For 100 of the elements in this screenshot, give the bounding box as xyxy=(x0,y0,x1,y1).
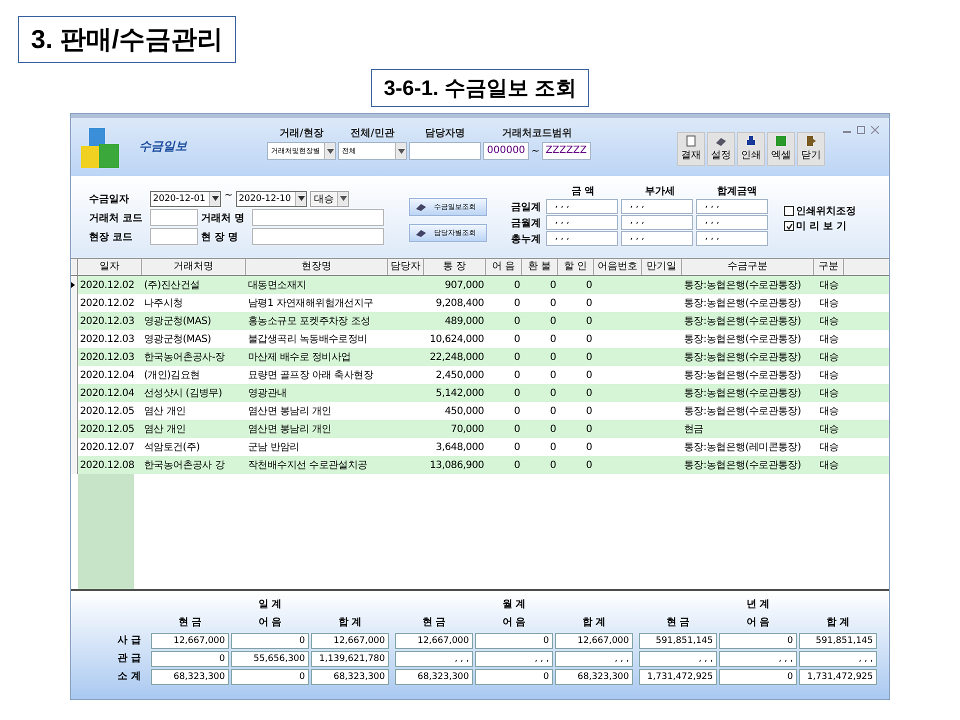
date-picker[interactable]: 2020-12-10 xyxy=(236,190,308,206)
table-cell-text: 통장:농협은행(수로관통장) xyxy=(683,279,802,292)
table-cell-text: 0 xyxy=(548,352,557,362)
table-cell-text: 작천배수지선 수로관설치공 xyxy=(247,459,368,472)
maximize-icon[interactable] xyxy=(857,126,865,134)
code-field[interactable] xyxy=(150,228,198,245)
table-cell-text: 통장:농협은행(수로관통장) xyxy=(683,297,802,310)
table-cell-text: 2020.12.04 xyxy=(79,370,136,380)
table-cell-text: 2020.12.08 xyxy=(79,460,136,470)
amount-field: , , , xyxy=(696,215,768,230)
toolbar-button[interactable]: 인쇄 xyxy=(737,132,765,166)
table-cell-text: 2020.12.07 xyxy=(79,442,136,452)
toolbar-button[interactable]: 설정 xyxy=(707,132,735,166)
column-header: 부가세 xyxy=(644,185,676,198)
table-cell-text: 0 xyxy=(548,334,557,344)
column-header[interactable]: 어 음 xyxy=(486,259,522,275)
caret-icon xyxy=(212,196,219,201)
table-cell-text: 3,648,000 xyxy=(434,442,485,452)
table-cell-text: 한국농어촌공사 강 xyxy=(143,459,226,472)
pen-icon xyxy=(416,203,426,211)
column-header[interactable]: 통 장 xyxy=(424,259,486,275)
column-header[interactable]: 담당자 xyxy=(388,259,424,275)
table-cell-text: 0 xyxy=(548,316,557,326)
table-cell-text: 22,248,000 xyxy=(428,352,485,362)
checkbox[interactable] xyxy=(784,206,794,216)
table-cell-text: 5,142,000 xyxy=(434,388,485,398)
table-cell-text: 불갑생곡리 녹동배수로정비 xyxy=(247,333,368,346)
input-field[interactable] xyxy=(409,142,481,160)
column-header[interactable]: 구분 xyxy=(814,259,844,275)
total-field: 68,323,300 xyxy=(151,669,229,685)
table-cell-text: 대승 xyxy=(818,387,840,400)
table-cell-text: 0 xyxy=(548,406,557,416)
column-header[interactable]: 환 불 xyxy=(522,259,558,275)
row-header[interactable] xyxy=(71,276,78,294)
table-cell-text: 0 xyxy=(548,370,557,380)
column-header: 현 금 xyxy=(665,616,691,630)
checkbox[interactable] xyxy=(784,221,794,231)
toolbar-button[interactable]: 닫기 xyxy=(797,132,825,166)
table-cell-text: 0 xyxy=(548,280,557,290)
column-header[interactable]: 거래처명 xyxy=(142,259,246,275)
option-label: 인쇄위치조정 xyxy=(796,205,856,218)
table-cell-text: 대승 xyxy=(818,297,840,310)
total-field: 0 xyxy=(475,669,553,685)
slide-subtitle: 3-6-1. 수금일보 조회 xyxy=(370,69,590,107)
column-header[interactable]: 만기일 xyxy=(642,259,682,275)
column-header: 합 계 xyxy=(581,616,607,630)
toolbar-button[interactable]: 결재 xyxy=(677,132,705,166)
table-cell-text: 통장:농협은행(수로관통장) xyxy=(683,387,802,400)
column-header[interactable]: 할 인 xyxy=(558,259,594,275)
code-to-field[interactable]: ZZZZZZ xyxy=(542,142,591,160)
filter-label: 전체/민관 xyxy=(350,127,394,140)
total-field: 591,851,145 xyxy=(799,633,877,649)
table-cell-text: 0 xyxy=(584,280,593,290)
total-field: 0 xyxy=(719,669,797,685)
table-cell-text: 0 xyxy=(512,352,521,362)
table-cell-text: 0 xyxy=(584,406,593,416)
date-picker[interactable]: 2020-12-01 xyxy=(150,190,222,206)
column-header: 어 음 xyxy=(745,616,771,630)
branch-dropdown[interactable]: 대승 xyxy=(310,190,350,206)
table-cell-text: 마산제 배수로 정비사업 xyxy=(247,351,352,364)
column-header[interactable]: 수금구분 xyxy=(682,259,814,275)
code-from-field[interactable]: 000000 xyxy=(483,142,530,160)
table-cell-text: 대동면소재지 xyxy=(247,279,308,292)
total-field: 0 xyxy=(475,633,553,649)
amount-field: , , , xyxy=(696,231,768,246)
column-header: 어 음 xyxy=(257,616,283,630)
amount-field: , , , xyxy=(621,199,693,214)
table-cell-text: 0 xyxy=(584,316,593,326)
table-cell-text: 현금 xyxy=(683,423,704,436)
name-field[interactable] xyxy=(252,209,384,226)
table-cell-text: 통장:농협은행(수로관통장) xyxy=(683,459,802,472)
column-header: 합계금액 xyxy=(716,185,758,198)
table-cell-text: 염산면 봉남리 개인 xyxy=(247,405,332,418)
toolbar-button[interactable]: 엑셀 xyxy=(767,132,795,166)
table-cell-text: 군남 반암리 xyxy=(247,441,300,454)
table-cell-text: 대승 xyxy=(818,279,840,292)
table-cell-text: 0 xyxy=(584,352,593,362)
column-header: 어 음 xyxy=(501,616,527,630)
caret-icon xyxy=(398,148,404,154)
close-icon[interactable] xyxy=(871,126,879,134)
table-cell-text: 대승 xyxy=(818,405,840,418)
total-field: 12,667,000 xyxy=(151,633,229,649)
table-cell-text: 0 xyxy=(512,460,521,470)
row-label: 관 급 xyxy=(118,652,142,666)
table-cell-text: 0 xyxy=(512,280,521,290)
total-field: , , , xyxy=(719,651,797,667)
table-cell-text: 0 xyxy=(584,442,593,452)
amount-field: , , , xyxy=(621,215,693,230)
code-field[interactable] xyxy=(150,209,198,226)
total-field: 55,656,300 xyxy=(231,651,309,667)
column-header[interactable]: 어음번호 xyxy=(594,259,642,275)
total-field: 12,667,000 xyxy=(555,633,633,649)
door-icon xyxy=(805,135,817,147)
column-header: 합 계 xyxy=(337,616,363,630)
column-header[interactable]: 현장명 xyxy=(246,259,388,275)
column-header[interactable]: 일자 xyxy=(78,259,142,275)
row-label: 소 계 xyxy=(118,670,142,684)
total-field: 591,851,145 xyxy=(639,633,717,649)
name-field[interactable] xyxy=(252,228,384,245)
total-field: 1,731,472,925 xyxy=(799,669,877,685)
